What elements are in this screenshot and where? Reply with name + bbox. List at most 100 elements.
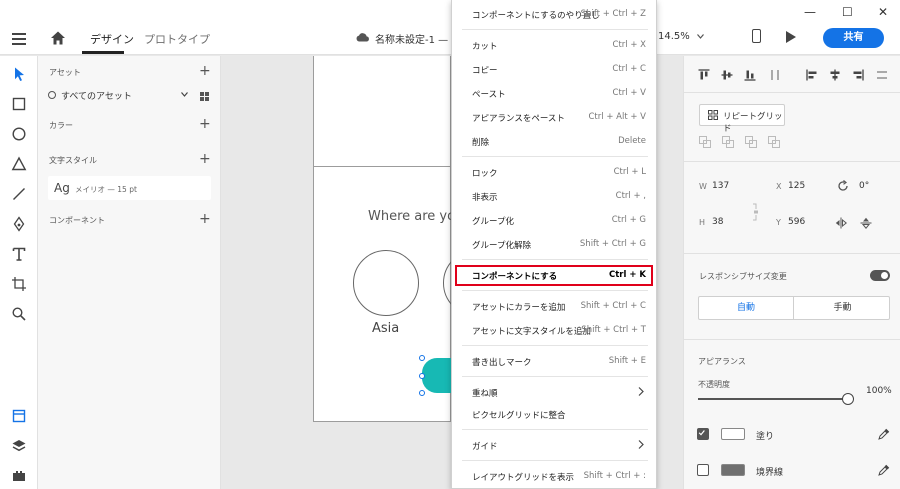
add-asset-plus-icon[interactable]: + xyxy=(199,64,211,78)
assets-panel-icon[interactable] xyxy=(11,408,27,424)
text-style-card[interactable]: Ag メイリオ — 15 pt xyxy=(48,176,211,200)
align-center-icon[interactable] xyxy=(829,69,841,81)
flip-vertical-icon[interactable] xyxy=(860,217,872,229)
menu-item-label: 書き出しマーク xyxy=(472,358,532,368)
opacity-value[interactable]: 100% xyxy=(866,386,892,396)
repeat-grid-button[interactable]: リピートグリッド xyxy=(699,104,785,134)
select-tool-icon[interactable] xyxy=(11,66,27,82)
menu-item-shortcut: Ctrl + C xyxy=(612,64,646,74)
context-menu: コンポーネントにするのやり直し Shift + Ctrl + Z カット Ctrl … xyxy=(451,0,657,489)
boolean-exclude-icon[interactable] xyxy=(768,136,780,148)
eyedropper-icon[interactable] xyxy=(878,464,890,476)
repeat-grid-label: リピートグリッド xyxy=(723,112,783,134)
asset-filter-select[interactable]: すべてのアセット xyxy=(46,87,214,104)
menu-item-lock[interactable]: ロック Ctrl + L xyxy=(452,162,658,182)
opacity-slider-handle[interactable] xyxy=(842,393,854,405)
distribute-horizontal-icon[interactable] xyxy=(876,69,888,81)
fill-checkbox[interactable] xyxy=(697,428,709,440)
rectangle-tool-icon[interactable] xyxy=(11,96,27,112)
selection-handle[interactable] xyxy=(419,373,425,379)
stroke-color-swatch[interactable] xyxy=(721,464,745,476)
menu-item-ungroup[interactable]: グループ化解除 Shift + Ctrl + G xyxy=(452,234,658,254)
menu-item-add-text-style-to-assets[interactable]: アセットに文字スタイルを追加 Shift + Ctrl + T xyxy=(452,320,658,340)
menu-item-paste-appearance[interactable]: アピアランスをペースト Ctrl + Alt + V xyxy=(452,107,658,127)
tab-prototype[interactable]: プロトタイプ xyxy=(144,31,210,47)
menu-item-hide[interactable]: 非表示 Ctrl + , xyxy=(452,186,658,206)
selected-button-shape[interactable] xyxy=(422,358,452,393)
add-text-style-plus-icon[interactable]: + xyxy=(199,152,211,166)
flip-horizontal-icon[interactable] xyxy=(835,217,847,229)
opacity-slider[interactable] xyxy=(698,398,846,400)
play-icon[interactable] xyxy=(786,31,796,43)
eyedropper-icon[interactable] xyxy=(878,428,890,440)
lock-aspect-icon[interactable] xyxy=(751,203,761,221)
align-middle-icon[interactable] xyxy=(721,69,733,81)
artboard[interactable]: Where are yo Asia xyxy=(313,56,509,422)
align-bottom-icon[interactable] xyxy=(744,69,756,81)
rotation-input[interactable]: 0° xyxy=(859,181,869,191)
tab-design[interactable]: デザイン xyxy=(90,31,134,47)
menu-item-add-color-to-assets[interactable]: アセットにカラーを追加 Shift + Ctrl + C xyxy=(452,296,658,316)
menu-item-snap-to-pixel-grid[interactable]: ピクセルグリッドに整合 xyxy=(452,404,658,424)
zoom-tool-icon[interactable] xyxy=(11,306,27,322)
polygon-tool-icon[interactable] xyxy=(11,156,27,172)
chevron-down-icon[interactable] xyxy=(697,34,704,39)
add-component-plus-icon[interactable]: + xyxy=(199,212,211,226)
menu-item-guides[interactable]: ガイド xyxy=(452,435,658,455)
grid-view-icon[interactable] xyxy=(200,92,209,101)
chevron-right-icon xyxy=(638,387,644,396)
close-window-button[interactable]: ✕ xyxy=(878,5,888,19)
menu-item-copy[interactable]: コピー Ctrl + C xyxy=(452,59,658,79)
menu-item-shortcut: Ctrl + V xyxy=(612,88,646,98)
plugins-panel-icon[interactable] xyxy=(11,467,27,483)
align-left-icon[interactable] xyxy=(806,69,818,81)
menu-item-arrange[interactable]: 重ね順 xyxy=(452,382,658,402)
stroke-checkbox[interactable] xyxy=(697,464,709,476)
height-input[interactable]: 38 xyxy=(712,217,723,227)
artboard-tool-icon[interactable] xyxy=(11,276,27,292)
asset-filter-value: すべてのアセット xyxy=(61,92,132,102)
layers-panel-icon[interactable] xyxy=(11,438,27,454)
maximize-button[interactable]: ☐ xyxy=(842,5,853,19)
add-color-plus-icon[interactable]: + xyxy=(199,117,211,131)
align-top-icon[interactable] xyxy=(698,69,710,81)
responsive-resize-toggle[interactable] xyxy=(870,270,890,281)
fill-color-swatch[interactable] xyxy=(721,428,745,440)
panel-divider xyxy=(684,253,900,254)
share-button[interactable]: 共有 xyxy=(823,28,884,48)
circle-shape[interactable] xyxy=(353,250,419,316)
distribute-vertical-icon[interactable] xyxy=(769,69,781,81)
selection-handle[interactable] xyxy=(419,390,425,396)
boolean-subtract-icon[interactable] xyxy=(722,136,734,148)
boolean-intersect-icon[interactable] xyxy=(745,136,757,148)
ellipse-tool-icon[interactable] xyxy=(11,126,27,142)
menu-item-mark-for-export[interactable]: 書き出しマーク Shift + E xyxy=(452,351,658,371)
minimize-button[interactable]: — xyxy=(804,5,816,19)
region-label[interactable]: Asia xyxy=(372,321,399,336)
font-description: メイリオ — 15 pt xyxy=(75,185,137,194)
device-preview-icon[interactable] xyxy=(752,29,761,43)
auto-button[interactable]: 自動 xyxy=(699,297,794,319)
width-input[interactable]: 137 xyxy=(712,181,729,191)
align-right-icon[interactable] xyxy=(852,69,864,81)
hamburger-menu-icon[interactable] xyxy=(12,33,26,45)
home-icon[interactable] xyxy=(50,30,66,46)
y-input[interactable]: 596 xyxy=(788,217,805,227)
menu-item-group[interactable]: グループ化 Ctrl + G xyxy=(452,210,658,230)
zoom-level[interactable]: 14.5% xyxy=(658,31,690,42)
menu-item-delete[interactable]: 削除 Delete xyxy=(452,131,658,151)
menu-item-show-layout-grid[interactable]: レイアウトグリッドを表示 Shift + Ctrl + : xyxy=(452,466,658,486)
line-tool-icon[interactable] xyxy=(11,186,27,202)
manual-button[interactable]: 手動 xyxy=(795,297,890,319)
text-tool-icon[interactable] xyxy=(11,246,27,262)
x-input[interactable]: 125 xyxy=(788,181,805,191)
menu-item-paste[interactable]: ペースト Ctrl + V xyxy=(452,83,658,103)
selection-handle[interactable] xyxy=(419,355,425,361)
menu-item-redo-make-component[interactable]: コンポーネントにするのやり直し Shift + Ctrl + Z xyxy=(452,4,658,24)
boolean-add-icon[interactable] xyxy=(699,136,711,148)
resize-mode-segmented: 自動 手動 xyxy=(698,296,890,320)
artboard-heading-text[interactable]: Where are yo xyxy=(368,209,455,224)
document-title[interactable]: 名称未設定-1 — xyxy=(375,31,448,46)
pen-tool-icon[interactable] xyxy=(11,216,27,232)
menu-item-cut[interactable]: カット Ctrl + X xyxy=(452,35,658,55)
